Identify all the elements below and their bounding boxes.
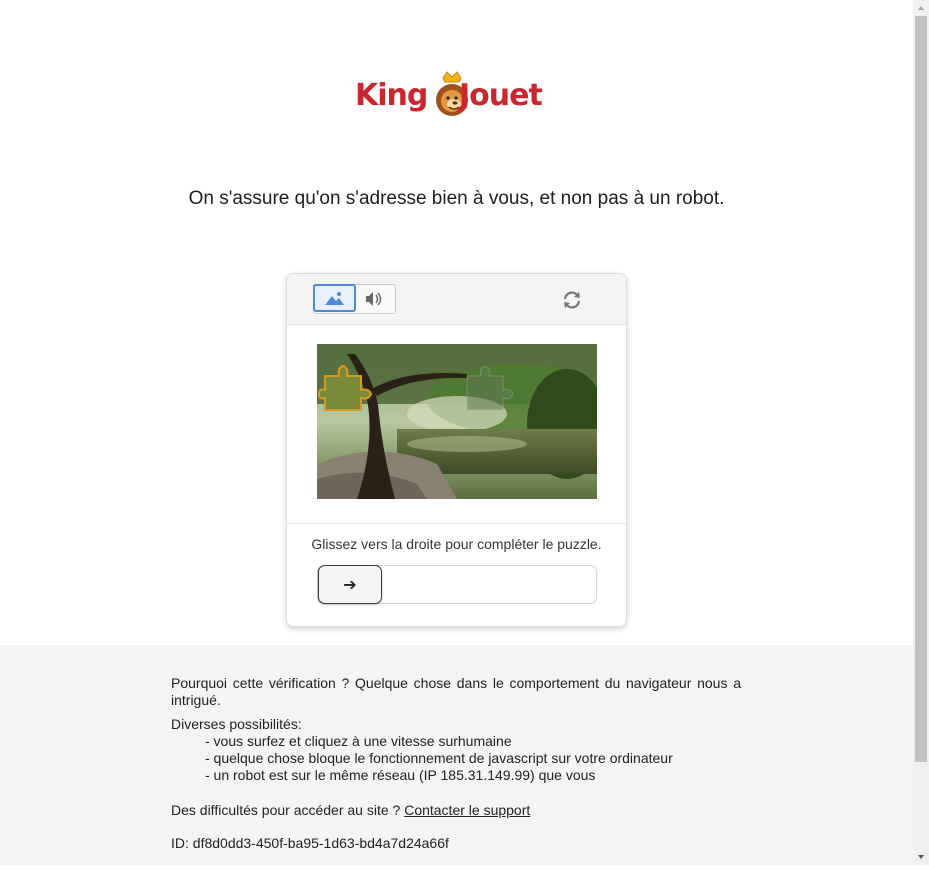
captcha-instruction: Glissez vers la droite pour compléter le… [311, 536, 602, 552]
scroll-down-arrow-icon[interactable] [913, 849, 929, 865]
possibilities-title: Diverses possibilités: [171, 716, 302, 732]
possibility-item: - quelque chose bloque le fonctionnement… [205, 750, 673, 766]
logo-jouet-text: Jouet [459, 78, 543, 113]
support-line: Des difficultés pour accéder au site ? C… [171, 802, 741, 819]
contact-support-link[interactable]: Contacter le support [404, 802, 530, 818]
scroll-up-arrow-icon[interactable] [913, 0, 929, 16]
vertical-scrollbar[interactable] [913, 0, 929, 865]
image-mode-button[interactable] [313, 284, 356, 312]
captcha-toolbar [287, 274, 626, 325]
slider-handle[interactable]: ➔ [318, 565, 382, 604]
footer-content: Pourquoi cette vérification ? Quelque ch… [171, 675, 741, 852]
puzzle-image [317, 344, 597, 499]
audio-mode-button[interactable] [358, 285, 394, 313]
refresh-icon [563, 291, 581, 309]
puzzle-landscape-image [317, 344, 597, 499]
possibility-item: - un robot est sur le même réseau (IP 18… [205, 767, 596, 783]
arrow-right-icon: ➔ [343, 575, 357, 594]
speaker-icon [366, 292, 382, 306]
slider-track[interactable]: ➔ [317, 565, 597, 604]
why-explanation: Pourquoi cette vérification ? Quelque ch… [171, 675, 741, 708]
scrollbar-thumb[interactable] [915, 16, 927, 762]
page: King Jouet On s'assure qu'on s'adresse b… [0, 0, 913, 865]
request-id: ID: df8d0dd3-450f-ba95-1d63-bd4a7d24a66f [171, 835, 449, 851]
refresh-button[interactable] [560, 288, 584, 312]
page-headline: On s'assure qu'on s'adresse bien à vous,… [188, 188, 725, 209]
captcha-divider [287, 523, 626, 524]
kingjouet-logo: King Jouet [355, 70, 560, 122]
image-icon [325, 292, 344, 305]
possibility-item: - vous surfez et cliquez à une vitesse s… [205, 733, 512, 749]
logo-king-text: King [355, 78, 428, 113]
captcha-widget: Glissez vers la droite pour compléter le… [286, 273, 627, 627]
support-prefix: Des difficultés pour accéder au site ? [171, 802, 401, 818]
footer-info: Pourquoi cette vérification ? Quelque ch… [0, 645, 913, 865]
captcha-mode-switch [313, 284, 396, 314]
